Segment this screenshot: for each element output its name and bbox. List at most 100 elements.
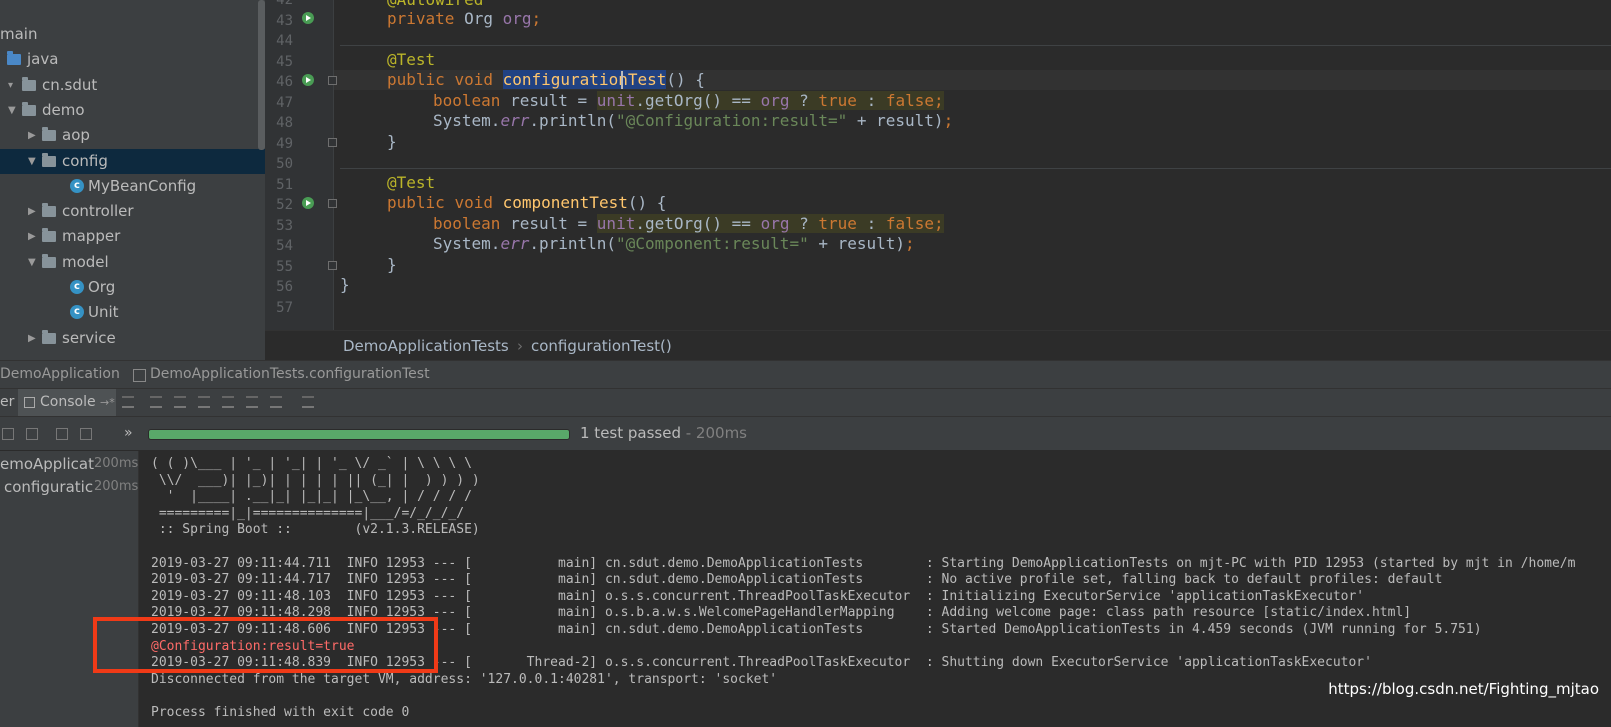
expand-arrow-icon[interactable]: ▶ bbox=[28, 123, 36, 148]
package-icon bbox=[42, 127, 56, 142]
autowired-navigate-icon[interactable] bbox=[302, 12, 314, 24]
tree-node-label: config bbox=[62, 151, 108, 170]
keyword-token: public bbox=[387, 70, 445, 89]
line-number: 44 bbox=[276, 33, 293, 49]
clear-all-icon[interactable] bbox=[270, 396, 282, 408]
code-line-54[interactable]: System.err.println("@Component:result=" … bbox=[433, 234, 915, 254]
fold-marker[interactable] bbox=[328, 199, 337, 208]
code-line-45[interactable]: @Test bbox=[387, 50, 435, 70]
soft-wrap-icon[interactable] bbox=[122, 396, 134, 408]
operator-token: = bbox=[577, 214, 588, 233]
export-icon[interactable] bbox=[222, 396, 234, 408]
package-icon bbox=[22, 76, 36, 91]
line-number: 47 bbox=[276, 94, 293, 111]
collapse-arrow-icon[interactable]: ▼ bbox=[28, 149, 36, 174]
code-line-43[interactable]: private Org org; bbox=[387, 9, 541, 29]
test-tree-time: 200ms bbox=[94, 456, 139, 471]
expand-arrow-icon[interactable]: ▶ bbox=[28, 326, 36, 351]
code-token: .println( bbox=[529, 234, 617, 253]
fold-marker[interactable] bbox=[328, 138, 337, 147]
tree-node-aop[interactable]: ▶ aop bbox=[0, 123, 265, 148]
sort-duration-icon[interactable] bbox=[26, 428, 38, 440]
tree-node-demo[interactable]: ▼ demo bbox=[0, 98, 265, 123]
package-icon bbox=[42, 253, 56, 268]
collapse-arrow-icon[interactable]: ▾ bbox=[8, 73, 13, 98]
tree-node-main[interactable]: main bbox=[0, 22, 265, 47]
breadcrumb-method[interactable]: configurationTest() bbox=[531, 331, 672, 361]
line-number: 56 bbox=[276, 279, 293, 295]
keyword-token: private bbox=[387, 9, 455, 28]
console-icon bbox=[24, 397, 35, 408]
operator-token: : bbox=[866, 91, 877, 110]
brace-token: } bbox=[340, 275, 350, 294]
tree-node-controller[interactable]: ▶ controller bbox=[0, 199, 265, 224]
variable-token: result bbox=[510, 91, 568, 110]
project-tree-scrollbar[interactable] bbox=[258, 0, 265, 150]
code-token: System. bbox=[433, 234, 501, 253]
line-number: 54 bbox=[276, 238, 293, 254]
run-tab-configuration-test[interactable]: DemoApplicationTests.configurationTest bbox=[150, 361, 430, 388]
code-line-47[interactable]: boolean result = unit.getOrg() == org ? … bbox=[433, 91, 944, 111]
run-test-icon[interactable] bbox=[302, 197, 314, 209]
code-line-52[interactable]: public void componentTest() { bbox=[387, 193, 666, 213]
scroll-up-icon[interactable] bbox=[150, 396, 162, 408]
code-line-48[interactable]: System.err.println("@Configuration:resul… bbox=[433, 111, 953, 131]
run-tab-demo-application[interactable]: DemoApplication bbox=[0, 361, 120, 388]
tree-node-org[interactable]: c Org bbox=[0, 275, 265, 300]
sort-alpha-icon[interactable] bbox=[2, 428, 14, 440]
keyword-token: true bbox=[818, 91, 857, 110]
pin-icon[interactable]: →* bbox=[100, 389, 115, 416]
line-number: 57 bbox=[276, 299, 293, 316]
code-line-51[interactable]: @Test bbox=[387, 173, 435, 193]
keyword-token: public bbox=[387, 193, 445, 212]
tree-node-label: controller bbox=[62, 202, 134, 221]
static-field-token: err bbox=[500, 111, 530, 130]
more-icon[interactable]: » bbox=[124, 417, 133, 450]
tree-node-label: service bbox=[62, 328, 116, 347]
tree-node-unit[interactable]: c Unit bbox=[0, 300, 265, 325]
annotation-token: @Autowired bbox=[387, 0, 483, 9]
tree-node-cn-sdut[interactable]: ▾ cn.sdut bbox=[0, 73, 265, 98]
tree-node-mybeanconfig[interactable]: c MyBeanConfig bbox=[0, 174, 265, 199]
collapse-arrow-icon[interactable]: ▼ bbox=[28, 250, 36, 275]
code-line-53[interactable]: boolean result = unit.getOrg() == org ? … bbox=[433, 214, 944, 234]
breadcrumb-class[interactable]: DemoApplicationTests bbox=[343, 331, 509, 361]
collapse-arrow-icon[interactable]: ▼ bbox=[8, 98, 16, 123]
console-line: 2019-03-27 09:11:44.711 INFO 12953 --- [… bbox=[151, 555, 1576, 571]
collapse-all-icon[interactable] bbox=[80, 428, 92, 440]
tree-node-java[interactable]: java bbox=[0, 47, 265, 72]
test-progress-bar bbox=[148, 429, 570, 440]
code-line-46[interactable]: public void configurationTest() { bbox=[387, 70, 705, 90]
fold-marker[interactable] bbox=[328, 261, 337, 270]
source-folder-icon bbox=[7, 51, 21, 66]
tree-node-model[interactable]: ▼ model bbox=[0, 250, 265, 275]
tests-passed-label: 1 test passed bbox=[580, 424, 681, 442]
line-number: 52 bbox=[276, 197, 293, 213]
console-tab[interactable]: Console →* bbox=[18, 389, 116, 416]
java-class-icon: c bbox=[70, 280, 84, 294]
tree-node-label: MyBeanConfig bbox=[88, 176, 197, 195]
scroll-down-icon[interactable] bbox=[174, 396, 186, 408]
expand-all-icon[interactable] bbox=[56, 428, 68, 440]
layout-icon[interactable] bbox=[302, 396, 314, 408]
tree-node-config[interactable]: ▼ config bbox=[0, 148, 265, 174]
keyword-token: false bbox=[885, 91, 935, 110]
tree-node-mapper[interactable]: ▶ mapper bbox=[0, 224, 265, 249]
expand-arrow-icon[interactable]: ▶ bbox=[28, 224, 36, 249]
expand-arrow-icon[interactable]: ▶ bbox=[28, 199, 36, 224]
operator-token: ? bbox=[799, 214, 809, 233]
fold-marker[interactable] bbox=[328, 76, 337, 85]
string-token: "@Component:result=" bbox=[616, 234, 809, 253]
semicolon-token: ; bbox=[905, 234, 915, 253]
code-line-56[interactable]: } bbox=[340, 275, 350, 295]
code-line-49[interactable]: } bbox=[387, 132, 397, 152]
run-test-icon[interactable] bbox=[302, 74, 314, 86]
code-line-55[interactable]: } bbox=[387, 255, 397, 275]
test-runner-tab-cut[interactable]: er bbox=[0, 389, 14, 416]
test-tree-row[interactable]: emoApplicat 200ms bbox=[0, 452, 138, 476]
test-tree-row[interactable]: configuratic 200ms bbox=[0, 475, 138, 499]
print-icon[interactable] bbox=[246, 396, 258, 408]
scroll-to-end-icon[interactable] bbox=[198, 396, 210, 408]
tree-node-service[interactable]: ▶ service bbox=[0, 326, 265, 351]
string-token: "@Configuration:result=" bbox=[616, 111, 848, 130]
